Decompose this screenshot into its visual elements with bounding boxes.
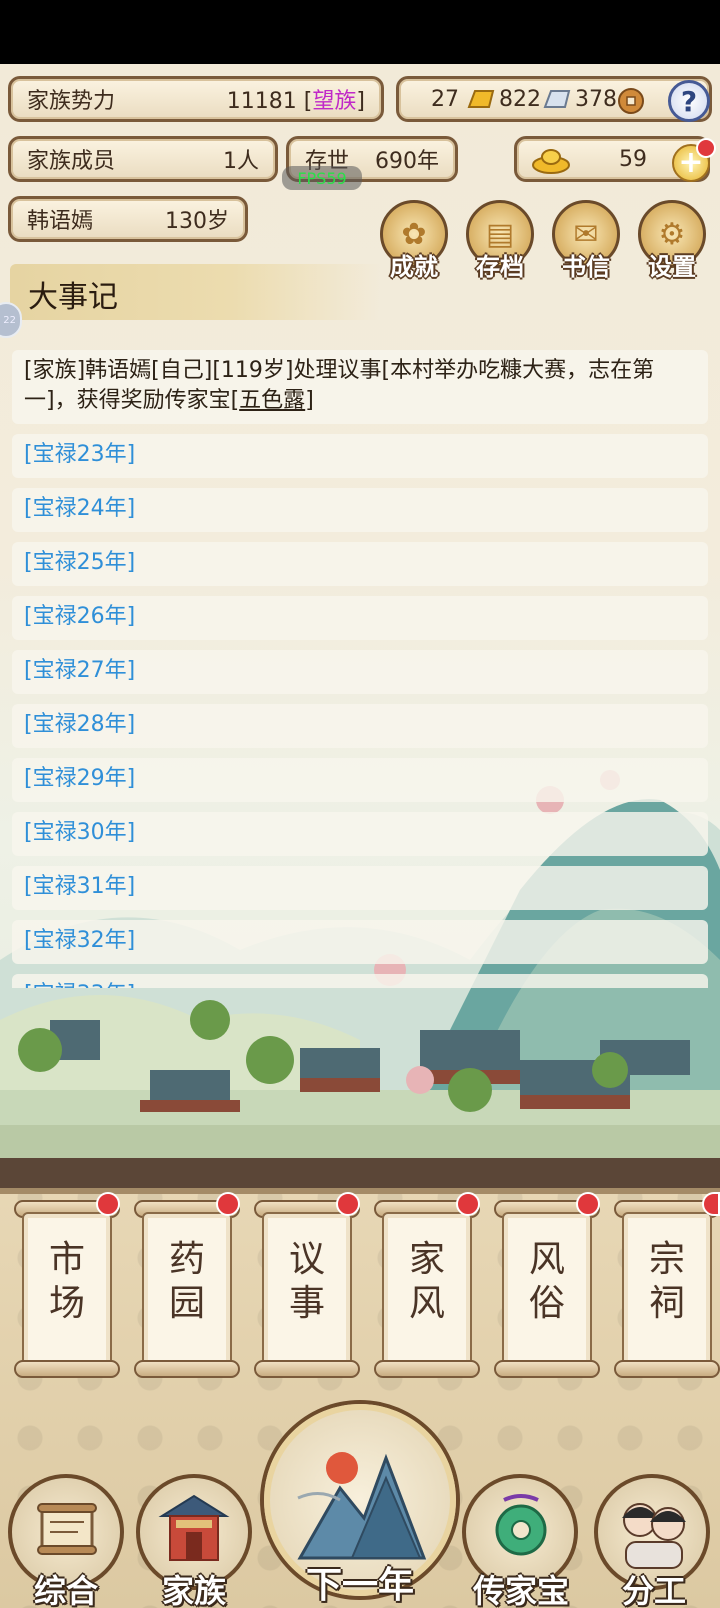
chronicle-title: 大事记 xyxy=(28,280,118,315)
market-button[interactable]: 市 场 xyxy=(14,1192,120,1378)
help-button[interactable]: ? xyxy=(668,80,710,122)
scroll-icon xyxy=(37,1503,97,1555)
family-members-panel[interactable]: 家族成员 1人 xyxy=(8,136,278,182)
herb-garden-button[interactable]: 药 园 xyxy=(134,1192,240,1378)
year-entry[interactable]: [宝禄33年] xyxy=(12,974,708,988)
log-entry-text-end: ] xyxy=(305,388,314,413)
ingot-count: 59 xyxy=(619,146,647,172)
herb-garden-char-1: 药 xyxy=(168,1239,205,1280)
family-rank-bracket-close: ] xyxy=(356,89,365,114)
gold-bar-icon xyxy=(467,90,495,108)
people-icon xyxy=(622,1503,686,1569)
overview-nav-label: 综合 xyxy=(33,1572,98,1608)
log-entry-text: [家族]韩语嫣[自己][119岁]处理议事[本村举办吃糠大赛，志在第一]，获得奖… xyxy=(24,358,655,413)
customs-char-2: 俗 xyxy=(528,1283,565,1324)
family-power-number: 11181 xyxy=(226,89,297,114)
fps-counter: FPS59 xyxy=(282,166,362,190)
leader-age: 130岁 xyxy=(165,209,229,234)
heirloom-link[interactable]: 五色露 xyxy=(239,388,305,413)
ingot-notification-dot xyxy=(696,138,716,158)
log-entry-main: [家族]韩语嫣[自己][119岁]处理议事[本村举办吃糠大赛，志在第一]，获得奖… xyxy=(12,350,708,424)
market-char-2: 场 xyxy=(48,1283,85,1324)
council-button[interactable]: 议 事 xyxy=(254,1192,360,1378)
leader-panel[interactable]: 韩语嫣 130岁 xyxy=(8,196,248,242)
next-year-button[interactable]: 下一年 xyxy=(264,1404,456,1608)
council-char-2: 事 xyxy=(288,1283,325,1324)
year-entry[interactable]: [宝禄26年] xyxy=(12,596,708,640)
achievement-button[interactable]: ✿ 成就 xyxy=(376,200,452,282)
market-notification-dot xyxy=(96,1192,120,1216)
ancestral-hall-char-1: 宗 xyxy=(648,1239,685,1280)
years-alive-value: 690年 xyxy=(375,149,439,174)
division-nav-label: 分工 xyxy=(621,1572,686,1608)
letter-button[interactable]: ✉ 书信 xyxy=(548,200,624,282)
mountain-sun-icon xyxy=(297,1452,427,1560)
letter-label: 书信 xyxy=(562,253,610,281)
overview-nav-button[interactable]: 综合 xyxy=(8,1474,124,1608)
family-power-panel[interactable]: 家族势力 11181 [望族] xyxy=(8,76,384,122)
chronicle-log[interactable]: [家族]韩语嫣[自己][119岁]处理议事[本村举办吃糠大赛，志在第一]，获得奖… xyxy=(12,350,708,988)
heirloom-nav-label: 传家宝 xyxy=(472,1572,569,1608)
family-nav-button[interactable]: 家族 xyxy=(136,1474,252,1608)
year-entry[interactable]: [宝禄32年] xyxy=(12,920,708,964)
chronicle-banner: 大事记 xyxy=(10,264,380,320)
year-entry[interactable]: [宝禄24年] xyxy=(12,488,708,532)
customs-button[interactable]: 风 俗 xyxy=(494,1192,600,1378)
division-nav-button[interactable]: 分工 xyxy=(594,1474,714,1608)
year-entry[interactable]: [宝禄31年] xyxy=(12,866,708,910)
family-hall-icon xyxy=(158,1494,230,1561)
next-year-label: 下一年 xyxy=(305,1565,414,1606)
ancestral-hall-button[interactable]: 宗 祠 xyxy=(614,1200,720,1378)
year-entry[interactable]: [宝禄29年] xyxy=(12,758,708,802)
family-style-notification-dot xyxy=(456,1192,480,1216)
year-entry[interactable]: [宝禄25年] xyxy=(12,542,708,586)
customs-notification-dot xyxy=(576,1192,600,1216)
ancestral-hall-notification-dot xyxy=(702,1192,720,1216)
bottom-panel-border xyxy=(0,1158,720,1194)
year-entry[interactable]: [宝禄30年] xyxy=(12,812,708,856)
family-style-button[interactable]: 家 风 xyxy=(374,1192,480,1378)
family-power-label: 家族势力 xyxy=(27,89,116,114)
year-entry[interactable]: [宝禄28年] xyxy=(12,704,708,748)
market-char-1: 市 xyxy=(48,1239,85,1280)
family-style-char-2: 风 xyxy=(408,1283,445,1324)
gold-count: 27 xyxy=(431,86,459,112)
save-button[interactable]: ▤ 存档 xyxy=(462,200,538,282)
council-notification-dot xyxy=(336,1192,360,1216)
herb-garden-notification-dot xyxy=(216,1192,240,1216)
status-bar xyxy=(0,0,720,64)
family-power-value: 11181 [望族] xyxy=(227,83,365,115)
currency-panel[interactable]: 27 822 378 xyxy=(396,76,712,122)
family-members-label: 家族成员 xyxy=(27,149,116,174)
family-style-char-1: 家 xyxy=(408,1239,445,1280)
year-entry[interactable]: [宝禄27年] xyxy=(12,650,708,694)
copper-coin-icon xyxy=(618,88,644,114)
heirloom-nav-button[interactable]: 传家宝 xyxy=(462,1474,580,1608)
ancestral-hall-char-2: 祠 xyxy=(648,1283,685,1324)
achievement-label: 成就 xyxy=(390,253,438,281)
family-rank: 望族 xyxy=(312,89,357,114)
gold-ingot-icon xyxy=(532,149,570,174)
settings-label: 设置 xyxy=(648,253,696,281)
settings-button[interactable]: ⚙ 设置 xyxy=(634,200,710,282)
family-nav-label: 家族 xyxy=(161,1572,226,1608)
coin-count: 378 xyxy=(575,86,617,112)
family-members-value: 1人 xyxy=(223,149,259,174)
save-label: 存档 xyxy=(476,253,524,281)
council-char-1: 议 xyxy=(288,1239,325,1280)
silver-count: 822 xyxy=(499,86,541,112)
leader-name: 韩语嫣 xyxy=(27,209,94,234)
herb-garden-char-2: 园 xyxy=(168,1283,205,1324)
jade-pendant-icon xyxy=(495,1494,547,1556)
customs-char-1: 风 xyxy=(528,1239,565,1280)
silver-bar-icon xyxy=(543,90,571,108)
year-entry[interactable]: [宝禄23年] xyxy=(12,434,708,478)
